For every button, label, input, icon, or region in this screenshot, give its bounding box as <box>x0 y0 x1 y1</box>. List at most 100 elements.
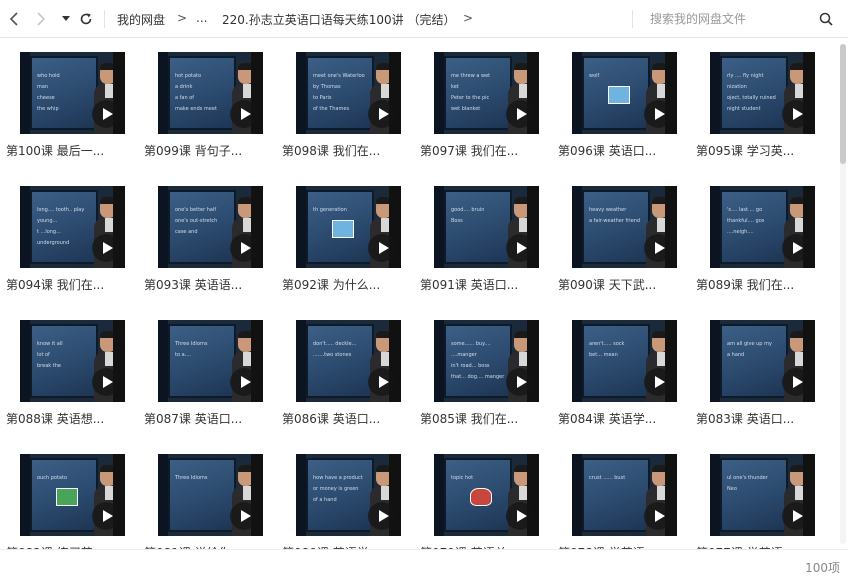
play-button[interactable] <box>506 502 534 530</box>
video-file-item[interactable]: long.... tooth.. play young... t ...long..… <box>0 173 128 297</box>
video-file-item[interactable]: ouch potato第082课 练习英... <box>0 441 128 549</box>
video-thumbnail[interactable]: me threw a wet ket Peter to the pic wet bla… <box>434 52 539 134</box>
video-file-item[interactable]: hot potato a drink a fan of make ends meet 第… <box>138 39 266 163</box>
video-file-item[interactable]: am all give up my a hand 第083课 英语口... <box>690 307 818 431</box>
search-button[interactable] <box>816 9 836 29</box>
video-thumbnail[interactable]: aren't..... sock bet... mean <box>572 320 677 402</box>
play-button[interactable] <box>92 368 120 396</box>
file-name[interactable]: 第098课 我们在... <box>282 142 402 159</box>
play-button[interactable] <box>368 502 396 530</box>
video-file-item[interactable]: aren't..... sock bet... mean 第084课 英语学... <box>552 307 680 431</box>
play-button[interactable] <box>368 234 396 262</box>
breadcrumb-ellipsis[interactable]: ... <box>196 11 207 25</box>
video-file-item[interactable]: Three Idioms第081课 说给你... <box>138 441 266 549</box>
video-thumbnail[interactable]: who hold man cheese the whip <box>20 52 125 134</box>
video-file-item[interactable]: good.... bruin Boss 第091课 英语口... <box>414 173 542 297</box>
video-thumbnail[interactable]: don't..... deckle... .......two stones <box>296 320 401 402</box>
video-thumbnail[interactable]: Three Idioms to a.... <box>158 320 263 402</box>
video-thumbnail[interactable]: 's.... last.... go thankful.... gos ....ne… <box>710 186 815 268</box>
play-button[interactable] <box>644 502 672 530</box>
file-name[interactable]: 第090课 天下武... <box>558 276 678 293</box>
play-button[interactable] <box>92 234 120 262</box>
video-file-item[interactable]: rly .... fly night nization oject, totally… <box>690 39 818 163</box>
video-file-item[interactable]: Three Idioms to a.... 第087课 英语口... <box>138 307 266 431</box>
video-thumbnail[interactable]: meet one's Waterloo by Thomas to Paris of t… <box>296 52 401 134</box>
file-name[interactable]: 第087课 英语口... <box>144 410 264 427</box>
play-button[interactable] <box>782 502 810 530</box>
history-dropdown-button[interactable] <box>56 9 76 29</box>
video-file-item[interactable]: meet one's Waterloo by Thomas to Paris of t… <box>276 39 404 163</box>
play-button[interactable] <box>506 100 534 128</box>
file-name[interactable]: 第088课 英语想... <box>6 410 126 427</box>
video-thumbnail[interactable]: crust ...... bust <box>572 454 677 536</box>
video-thumbnail[interactable]: how have a product or money is green of a … <box>296 454 401 536</box>
file-name[interactable]: 第083课 英语口... <box>696 410 816 427</box>
video-thumbnail[interactable]: ul one's thunder Neo <box>710 454 815 536</box>
video-thumbnail[interactable]: rly .... fly night nization oject, totally… <box>710 52 815 134</box>
video-thumbnail[interactable]: topic hot <box>434 454 539 536</box>
play-button[interactable] <box>368 368 396 396</box>
video-file-item[interactable]: how have a product or money is green of a … <box>276 441 404 549</box>
video-thumbnail[interactable]: heavy weather a fair-weather friend <box>572 186 677 268</box>
play-button[interactable] <box>782 234 810 262</box>
file-name[interactable]: 第094课 我们在... <box>6 276 126 293</box>
video-thumbnail[interactable]: good.... bruin Boss <box>434 186 539 268</box>
file-name[interactable]: 第086课 英语口... <box>282 410 402 427</box>
play-button[interactable] <box>644 100 672 128</box>
video-file-item[interactable]: crust ...... bust第078课 学英语... <box>552 441 680 549</box>
file-name[interactable]: 第089课 我们在... <box>696 276 816 293</box>
search-input[interactable] <box>650 9 810 29</box>
file-name[interactable]: 第092课 为什么... <box>282 276 402 293</box>
video-file-item[interactable]: me threw a wet ket Peter to the pic wet bla… <box>414 39 542 163</box>
file-name[interactable]: 第096课 英语口... <box>558 142 678 159</box>
video-thumbnail[interactable]: some...... buy.... ....manger in't road...… <box>434 320 539 402</box>
video-file-item[interactable]: th generation 第092课 为什么... <box>276 173 404 297</box>
play-button[interactable] <box>92 100 120 128</box>
play-button[interactable] <box>506 368 534 396</box>
play-button[interactable] <box>506 234 534 262</box>
play-button[interactable] <box>230 100 258 128</box>
play-button[interactable] <box>92 502 120 530</box>
video-thumbnail[interactable]: ouch potato <box>20 454 125 536</box>
play-button[interactable] <box>230 368 258 396</box>
file-name[interactable]: 第091课 英语口... <box>420 276 540 293</box>
video-file-item[interactable]: one's better half one's out-stretch case a… <box>138 173 266 297</box>
file-name[interactable]: 第097课 我们在... <box>420 142 540 159</box>
video-thumbnail[interactable]: wolf <box>572 52 677 134</box>
play-button[interactable] <box>644 234 672 262</box>
breadcrumb-current[interactable]: 220.孙志立英语口语每天练100讲 （完结） <box>222 11 455 28</box>
video-file-item[interactable]: who hold man cheese the whip 第100课 最后一... <box>0 39 128 163</box>
video-thumbnail[interactable]: Three Idioms <box>158 454 263 536</box>
video-thumbnail[interactable]: hot potato a drink a fan of make ends meet <box>158 52 263 134</box>
play-button[interactable] <box>230 234 258 262</box>
file-name[interactable]: 第093课 英语语... <box>144 276 264 293</box>
play-button[interactable] <box>230 502 258 530</box>
video-file-item[interactable]: some...... buy.... ....manger in't road...… <box>414 307 542 431</box>
video-file-item[interactable]: heavy weather a fair-weather friend 第090课 … <box>552 173 680 297</box>
video-file-item[interactable]: 's.... last.... go thankful.... gos ....ne… <box>690 173 818 297</box>
play-button[interactable] <box>782 368 810 396</box>
file-name[interactable]: 第099课 背句子... <box>144 142 264 159</box>
video-thumbnail[interactable]: know it all lot of break the <box>20 320 125 402</box>
video-file-item[interactable]: wolf 第096课 英语口... <box>552 39 680 163</box>
play-button[interactable] <box>644 368 672 396</box>
video-file-item[interactable]: don't..... deckle... .......two stones 第08… <box>276 307 404 431</box>
back-button[interactable] <box>4 9 24 29</box>
play-button[interactable] <box>368 100 396 128</box>
breadcrumb-root[interactable]: 我的网盘 <box>117 11 165 28</box>
refresh-button[interactable] <box>76 9 96 29</box>
file-name[interactable]: 第084课 英语学... <box>558 410 678 427</box>
video-file-item[interactable]: ul one's thunderNeo第077课 学英语... <box>690 441 818 549</box>
file-name[interactable]: 第085课 我们在... <box>420 410 540 427</box>
file-name[interactable]: 第095课 学习英... <box>696 142 816 159</box>
video-thumbnail[interactable]: am all give up my a hand <box>710 320 815 402</box>
play-button[interactable] <box>782 100 810 128</box>
scrollbar-thumb[interactable] <box>840 44 846 164</box>
video-thumbnail[interactable]: one's better half one's out-stretch case a… <box>158 186 263 268</box>
video-file-item[interactable]: know it all lot of break the 第088课 英语想... <box>0 307 128 431</box>
video-thumbnail[interactable]: th generation <box>296 186 401 268</box>
file-name[interactable]: 第100课 最后一... <box>6 142 126 159</box>
forward-button[interactable] <box>31 9 51 29</box>
video-thumbnail[interactable]: long.... tooth.. play young... t ...long..… <box>20 186 125 268</box>
video-file-item[interactable]: topic hot第079课 英语单... <box>414 441 542 549</box>
